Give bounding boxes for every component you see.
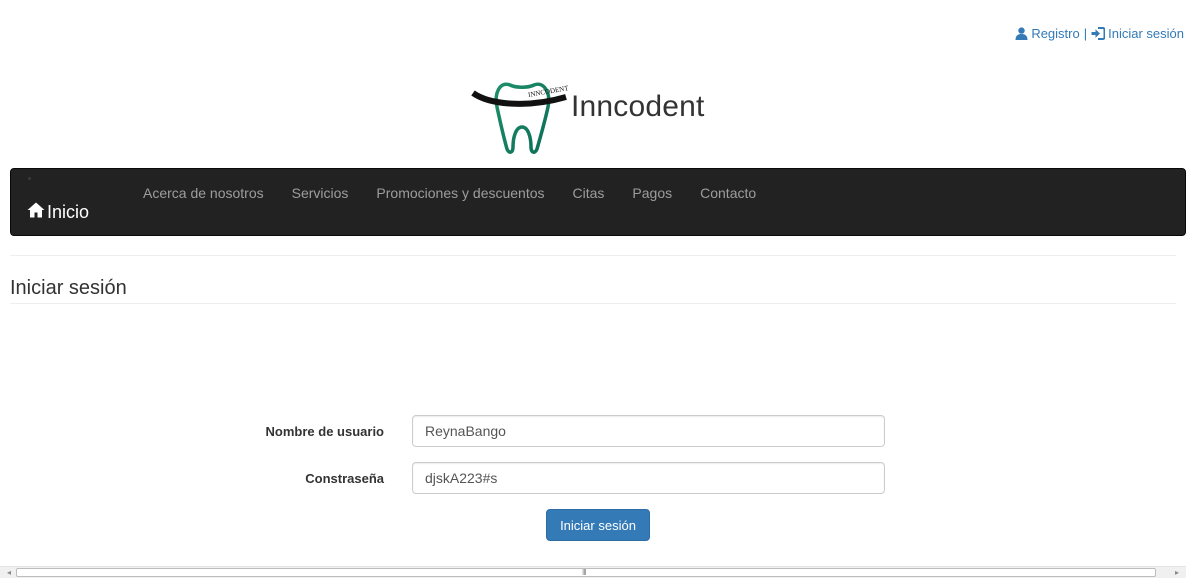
nav-item-pagos[interactable]: Pagos bbox=[632, 185, 672, 201]
login-label: Iniciar sesión bbox=[1108, 26, 1184, 41]
nav-item-servicios[interactable]: Servicios bbox=[292, 185, 349, 201]
navbar-dot bbox=[28, 177, 31, 180]
main-navbar: Inicio Acerca de nosotros Servicios Prom… bbox=[10, 168, 1186, 236]
nav-home-label: Inicio bbox=[47, 202, 90, 222]
nav-item-acerca[interactable]: Acerca de nosotros bbox=[143, 185, 264, 201]
nav-links: Acerca de nosotros Servicios Promociones… bbox=[143, 185, 784, 201]
scroll-left-arrow[interactable]: ◂ bbox=[2, 568, 16, 578]
register-label: Registro bbox=[1031, 26, 1080, 41]
nav-home[interactable]: Inicio bbox=[27, 202, 89, 223]
scrollbar-grip: III bbox=[582, 568, 587, 577]
nav-item-promociones[interactable]: Promociones y descuentos bbox=[376, 185, 544, 201]
register-link[interactable]: Registro bbox=[1015, 26, 1080, 41]
brand-name: Inncodent bbox=[571, 90, 705, 123]
auth-separator: | bbox=[1083, 26, 1088, 41]
login-link[interactable]: Iniciar sesión bbox=[1091, 26, 1184, 41]
auth-links: Registro | Iniciar sesión bbox=[1015, 26, 1184, 41]
username-input[interactable] bbox=[412, 415, 885, 447]
username-label: Nombre de usuario bbox=[265, 424, 384, 439]
title-underline bbox=[10, 303, 1176, 304]
user-icon bbox=[1015, 27, 1028, 40]
page-title: Iniciar sesión bbox=[10, 277, 127, 299]
login-submit-button[interactable]: Iniciar sesión bbox=[546, 509, 650, 541]
password-input[interactable] bbox=[412, 462, 885, 494]
site-logo[interactable]: INNCODENT Inncodent bbox=[470, 75, 730, 157]
horizontal-scrollbar[interactable]: ◂ III ▸ bbox=[0, 566, 1186, 578]
scrollbar-thumb[interactable]: III bbox=[16, 568, 1156, 577]
username-row: Nombre de usuario bbox=[0, 415, 1186, 449]
nav-item-citas[interactable]: Citas bbox=[573, 185, 605, 201]
password-row: Constraseña bbox=[0, 462, 1186, 496]
home-icon bbox=[27, 202, 45, 223]
nav-item-contacto[interactable]: Contacto bbox=[700, 185, 756, 201]
tooth-logo-icon: INNCODENT bbox=[471, 82, 570, 154]
divider bbox=[10, 255, 1176, 256]
sign-in-icon bbox=[1091, 27, 1106, 40]
password-label: Constraseña bbox=[305, 471, 384, 486]
scroll-right-arrow[interactable]: ▸ bbox=[1170, 568, 1184, 578]
